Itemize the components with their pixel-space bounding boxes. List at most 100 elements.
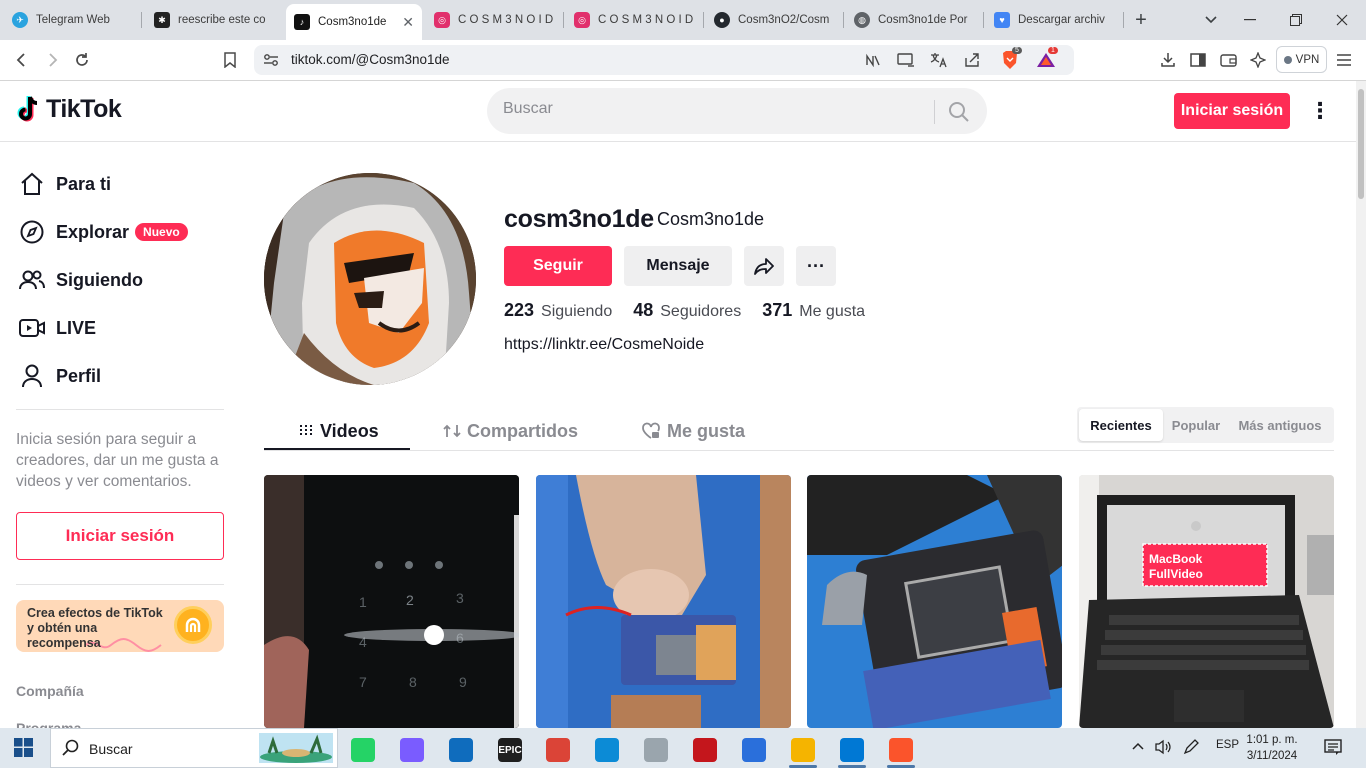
sidebar-item-perfil[interactable]: Perfil: [16, 356, 101, 396]
language-indicator[interactable]: ESP: [1216, 739, 1239, 751]
likes-label: Me gusta: [799, 303, 866, 320]
browser-tab[interactable]: ♥ Descargar archiv: [986, 4, 1124, 36]
edge-taskbar-button[interactable]: [587, 732, 627, 768]
tiktok-logo-icon: [17, 96, 38, 122]
share-profile-button[interactable]: [744, 246, 784, 286]
sidebar-button[interactable]: [1188, 50, 1208, 70]
profile-stats: 223 Siguiendo 48 Seguidores 371 Me gusta: [504, 300, 886, 321]
pen-icon[interactable]: [1182, 739, 1200, 758]
chrome-taskbar-button[interactable]: [538, 732, 578, 768]
page-scrollbar[interactable]: [1356, 81, 1366, 728]
close-window-button[interactable]: [1319, 0, 1365, 40]
video-thumbnail[interactable]: [536, 475, 791, 728]
video-thumbnail[interactable]: MacBook FullVideo: [1079, 475, 1334, 728]
browser-tab[interactable]: ◎ C O S M 3 N O I D: [566, 4, 704, 36]
system-clock[interactable]: 1:01 p. m. 3/11/2024: [1240, 732, 1304, 764]
video-thumbnail[interactable]: [807, 475, 1062, 728]
rewards-count-badge: 1: [1048, 47, 1058, 54]
back-button[interactable]: [10, 48, 34, 72]
tab-title: C O S M 3 N O I D: [598, 14, 694, 26]
footer-link-company[interactable]: Compañía: [16, 683, 84, 699]
site-settings-icon[interactable]: [262, 51, 280, 69]
reward-coin-icon: [174, 606, 212, 644]
new-tab-button[interactable]: +: [1118, 0, 1164, 40]
follow-button[interactable]: Seguir: [504, 246, 612, 286]
message-button[interactable]: Mensaje: [624, 246, 732, 286]
close-tab-icon[interactable]: ✕: [402, 14, 414, 31]
browser-tab[interactable]: ◎ C O S M 3 N O I D: [426, 4, 564, 36]
vpn-button[interactable]: VPN: [1276, 46, 1327, 73]
following-label[interactable]: Siguiendo: [541, 303, 612, 321]
photos-taskbar-button[interactable]: [636, 732, 676, 768]
restore-button[interactable]: [1273, 0, 1319, 40]
search-icon[interactable]: [947, 100, 971, 124]
acrobat-taskbar-button[interactable]: [685, 732, 725, 768]
explorer-taskbar-button[interactable]: [783, 732, 823, 768]
sidebar-login-button[interactable]: Iniciar sesión: [16, 512, 224, 560]
profile-more-button[interactable]: ···: [796, 246, 836, 286]
notifications-icon[interactable]: [1324, 739, 1342, 758]
tab-liked[interactable]: Me gusta: [641, 413, 745, 449]
followers-label[interactable]: Seguidores: [660, 303, 741, 321]
sidebar-item-explorar[interactable]: Explorar Nuevo: [16, 212, 188, 252]
sidebar-item-siguiendo[interactable]: Siguiendo: [16, 260, 143, 300]
tab-videos[interactable]: Videos: [298, 413, 379, 449]
browser-tab[interactable]: ◍ Cosm3no1de Por: [846, 4, 984, 36]
effects-promo-banner[interactable]: Crea efectos de TikTok y obtén una recom…: [16, 600, 224, 652]
show-hidden-icons[interactable]: [1132, 739, 1144, 753]
minimize-button[interactable]: [1227, 0, 1273, 40]
url-bar[interactable]: tiktok.com/@Cosm3no1de 5 1: [254, 45, 1074, 75]
mail-taskbar-button[interactable]: [441, 732, 481, 768]
sidebar-item-label: LIVE: [56, 317, 97, 338]
sidebar-divider: [16, 409, 224, 410]
sort-popular[interactable]: Popular: [1165, 409, 1227, 441]
search-input[interactable]: [503, 100, 903, 118]
sidebar-item-live[interactable]: LIVE: [16, 308, 96, 348]
browser-tab[interactable]: ● Cosm3nO2/Cosm: [706, 4, 844, 36]
cast-icon[interactable]: [897, 51, 915, 69]
tab-shared[interactable]: Compartidos: [443, 413, 578, 449]
whatsapp-taskbar-button[interactable]: [343, 732, 383, 768]
share-page-icon[interactable]: [963, 51, 981, 69]
tiktok-logo[interactable]: TikTok: [16, 94, 122, 124]
search-box[interactable]: [487, 88, 987, 134]
browser-tab[interactable]: ✱ reescribe este co: [146, 4, 284, 36]
wallet-icon: [1219, 54, 1237, 67]
taskbar-search[interactable]: Buscar: [50, 728, 338, 768]
epic-games-taskbar-button[interactable]: EPIC: [490, 732, 530, 768]
bio-link[interactable]: https://linktr.ee/CosmeNoide: [504, 336, 704, 354]
leo-ai-button[interactable]: [1248, 50, 1268, 70]
sort-recent[interactable]: Recientes: [1079, 409, 1163, 441]
url-text[interactable]: tiktok.com/@Cosm3no1de: [291, 52, 450, 67]
download-icon: [1161, 53, 1175, 67]
more-options-button[interactable]: ⋮: [1308, 98, 1332, 123]
vscode-taskbar-button[interactable]: [832, 732, 872, 768]
video-thumbnail[interactable]: 1 2 3 4 6 7 8 9: [264, 475, 519, 728]
live-icon: [16, 312, 48, 344]
volume-icon[interactable]: [1154, 739, 1172, 758]
copilot-taskbar-button[interactable]: [392, 732, 432, 768]
browser-tab-active[interactable]: ♪ Cosm3no1de ✕: [286, 4, 422, 40]
sidebar-item-para-ti[interactable]: Para ti: [16, 164, 111, 204]
browser-tab[interactable]: ✈ Telegram Web: [4, 4, 142, 36]
store-taskbar-button[interactable]: [734, 732, 774, 768]
no-translate-icon[interactable]: [864, 51, 882, 69]
shields-count-badge: 5: [1012, 47, 1022, 54]
header-login-button[interactable]: Iniciar sesión: [1174, 93, 1290, 129]
downloads-button[interactable]: [1158, 50, 1178, 70]
translate-icon[interactable]: [930, 51, 948, 69]
epic-games-icon: EPIC: [498, 738, 522, 762]
copilot-icon: [400, 738, 424, 762]
brave-taskbar-button[interactable]: [881, 732, 921, 768]
reload-button[interactable]: [70, 48, 94, 72]
brave-rewards-icon[interactable]: 1: [1036, 47, 1058, 69]
sidebar-login-prompt: Inicia sesión para seguir a creadores, d…: [16, 431, 219, 490]
forward-button[interactable]: [40, 48, 64, 72]
browser-menu-button[interactable]: [1334, 50, 1354, 70]
windows-start-icon[interactable]: [14, 738, 33, 757]
wallet-button[interactable]: [1218, 50, 1238, 70]
scrollbar-thumb[interactable]: [1358, 89, 1364, 199]
brave-shields-icon[interactable]: 5: [1000, 47, 1022, 69]
sort-oldest[interactable]: Más antiguos: [1229, 409, 1331, 441]
bookmark-button[interactable]: [218, 48, 242, 72]
